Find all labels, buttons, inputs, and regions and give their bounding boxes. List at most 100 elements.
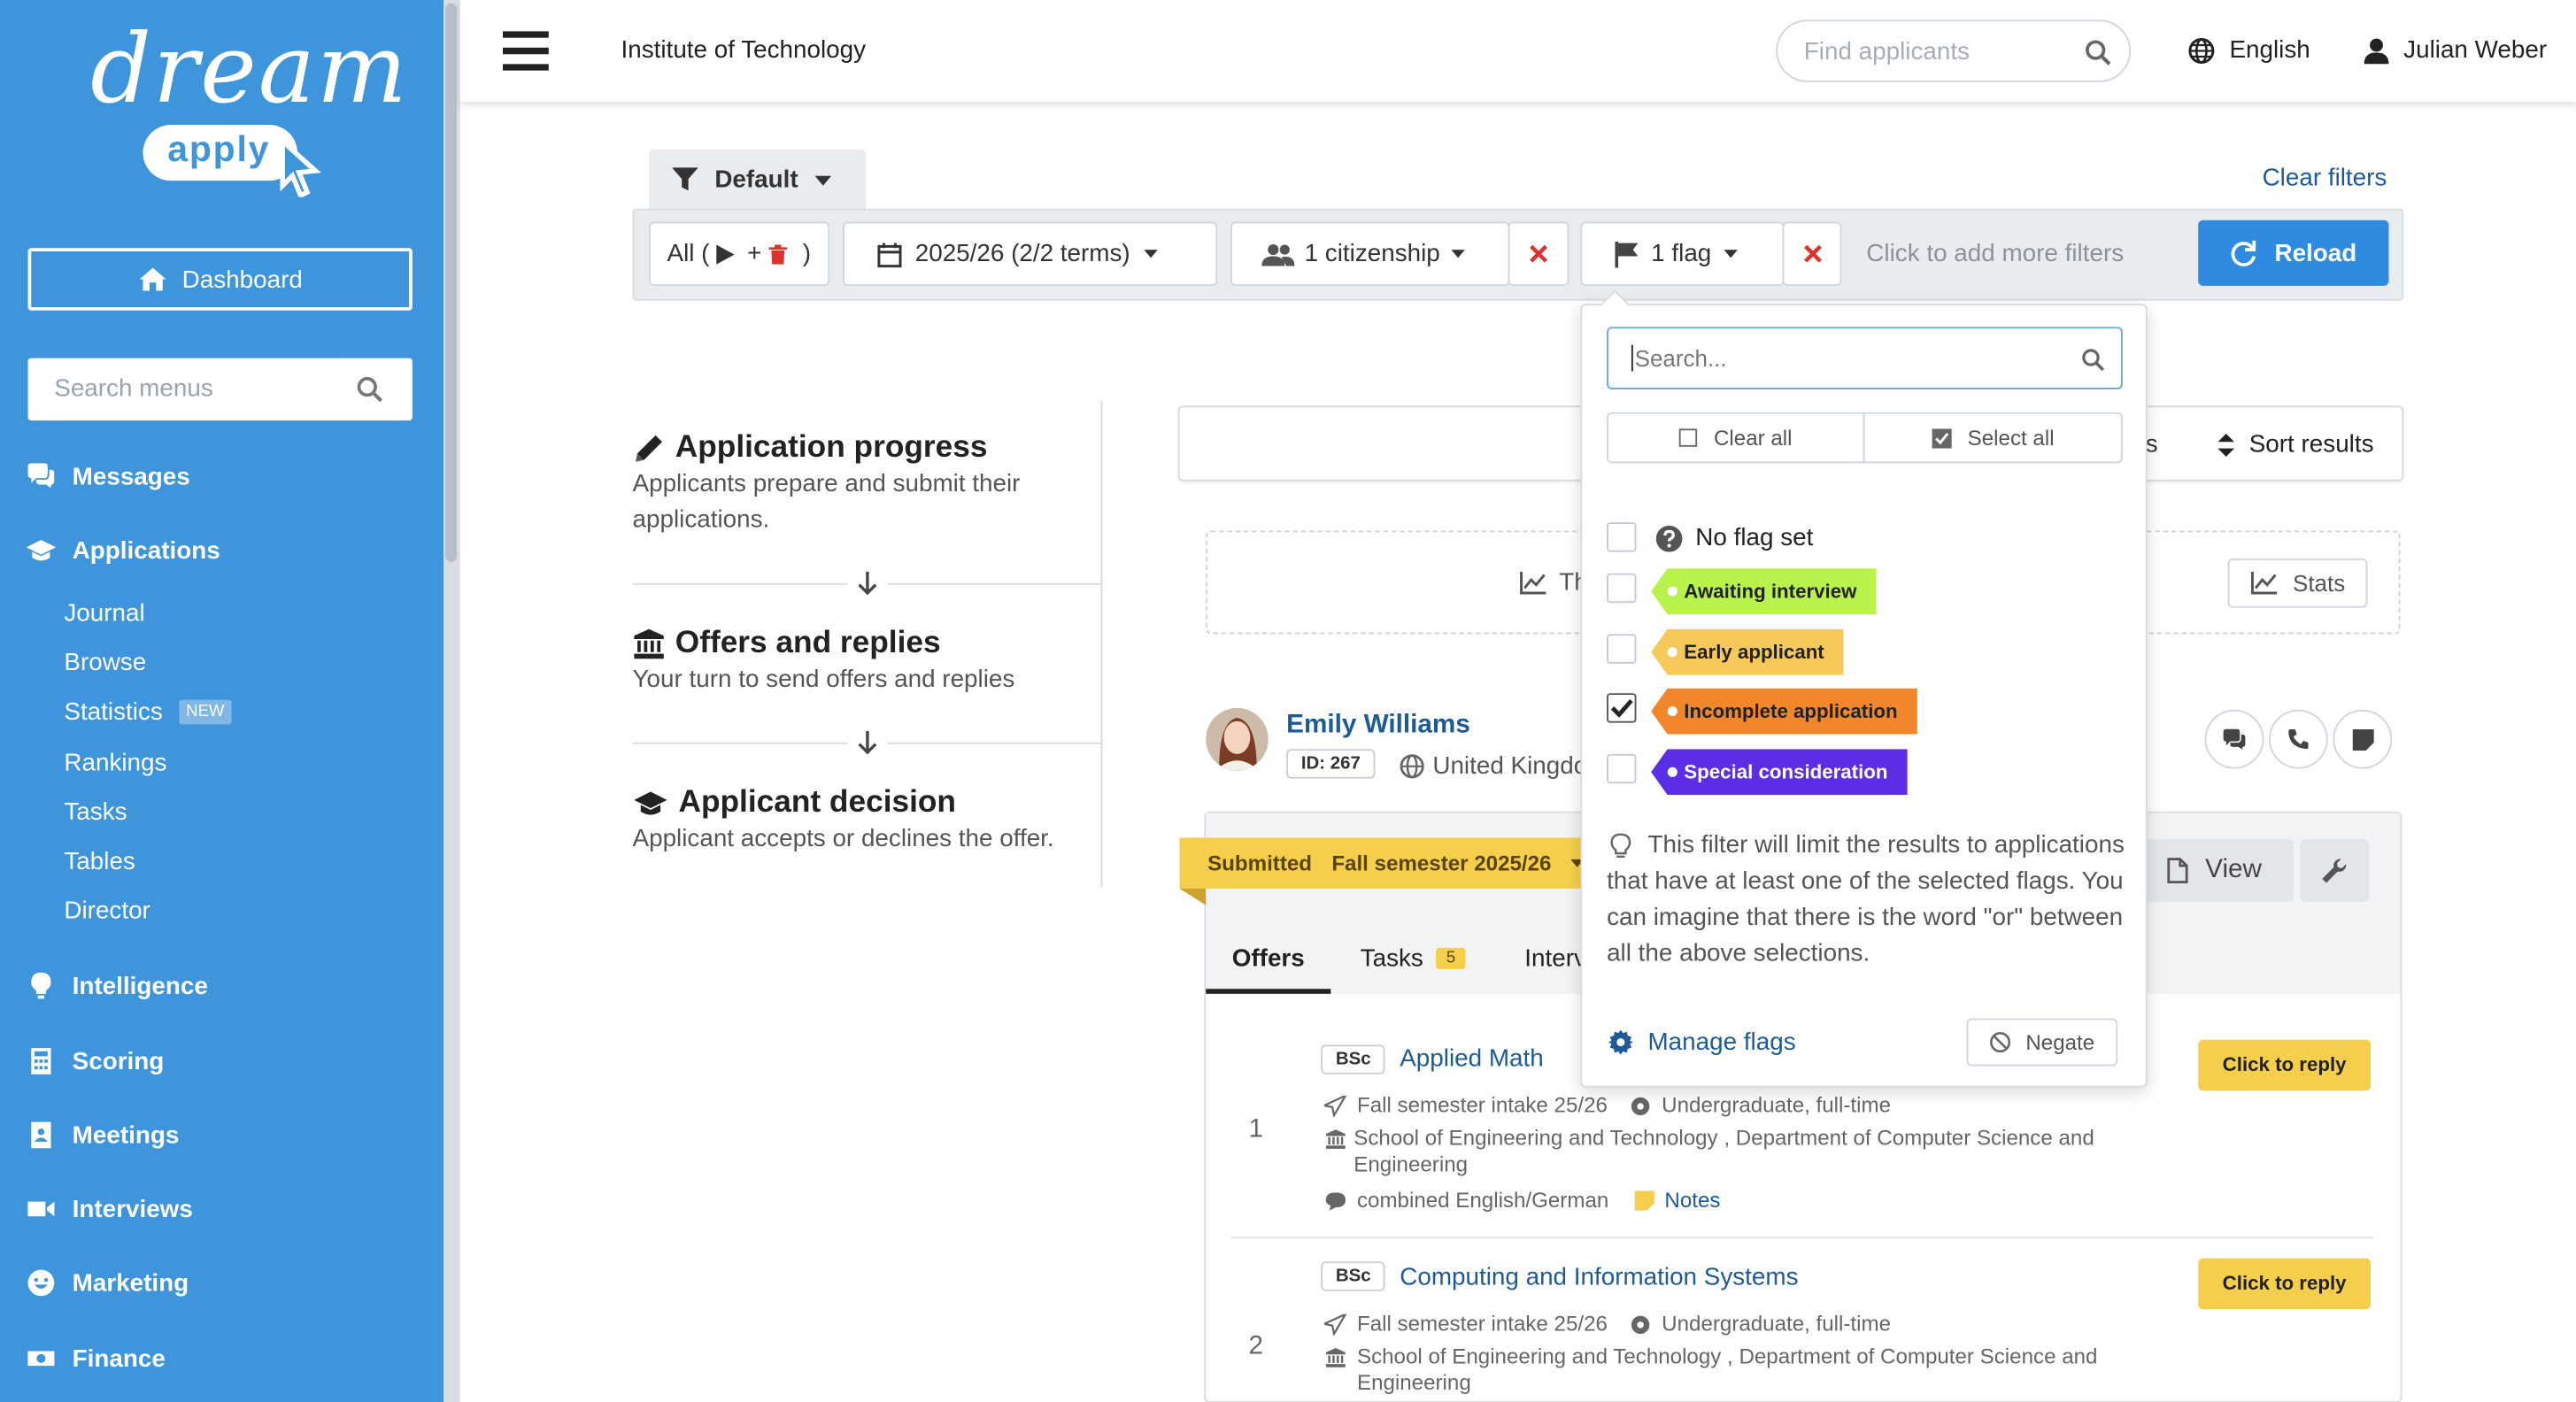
sidebar-sub-statistics-label: Statistics [64,697,163,727]
step-description: Your turn to send offers and replies [632,665,1015,694]
sidebar-sub-statistics[interactable]: Statistics NEW [64,697,231,727]
flag-chip-awaiting-interview[interactable]: Awaiting interview [1651,568,1877,615]
sidebar-item-messages[interactable]: Messages [27,462,190,491]
institution-icon [634,628,664,659]
sidebar-sub-journal[interactable]: Journal [64,599,144,628]
sidebar-sub-tables[interactable]: Tables [64,848,135,876]
sidebar-sub-browse[interactable]: Browse [64,649,146,677]
phone-icon [2288,729,2309,750]
applicant-name[interactable]: Emily Williams [1286,712,1470,741]
paper-plane-icon [1323,1094,1347,1117]
status-label: Submitted [1207,851,1313,876]
sidebar-label-finance: Finance [72,1344,166,1373]
flag-checkbox-early-applicant[interactable] [1607,634,1637,664]
flag-filter[interactable]: 1 flag [1580,221,1785,286]
filter-icon [672,167,698,191]
no-flag-checkbox[interactable] [1607,522,1637,552]
select-all-button[interactable]: Select all [1863,412,2123,464]
click-to-reply-button[interactable]: Click to reply [2198,1039,2372,1091]
clear-filters-link[interactable]: Clear filters [2263,165,2387,193]
money-icon [27,1351,55,1367]
cursor-icon [280,137,321,197]
flag-checkbox-special-consideration[interactable] [1607,753,1637,784]
step-offers-and-replies[interactable]: Offers and replies Your turn to send off… [633,626,1093,698]
sidebar-scrollbar-thumb[interactable] [444,3,457,562]
sidebar-sub-tasks[interactable]: Tasks [64,798,127,827]
file-icon [2167,858,2189,884]
all-plus: + [747,239,762,268]
search-menus-input[interactable]: Search menus [27,358,413,421]
sidebar-item-applications[interactable]: Applications [26,535,220,565]
graduation-cap-icon [26,540,57,561]
program-link[interactable]: Computing and Information Systems [1400,1263,1798,1291]
user-menu[interactable]: Julian Weber [2364,36,2547,64]
terms-filter[interactable]: 2025/26 (2/2 terms) [843,221,1218,286]
flag-checkbox-awaiting-interview[interactable] [1607,573,1637,604]
school-label: School of Engineering and Technology , D… [1354,1125,2094,1176]
notes-link[interactable]: Notes [1664,1188,1720,1214]
flag-search-input[interactable]: Search... [1607,327,2123,389]
offer-details: Fall semester intake 25/26 Undergraduate… [1323,1309,2113,1396]
add-more-filters[interactable]: Click to add more filters [1866,240,2124,268]
default-preset-tab[interactable]: Default [649,149,867,211]
program-link[interactable]: Applied Math [1400,1044,1544,1073]
sidebar-item-finance[interactable]: Finance [27,1344,166,1373]
chart-line-icon [1520,570,1546,594]
submitted-status-ribbon[interactable]: Submitted Fall semester 2025/26 [1179,837,1587,890]
call-applicant-button[interactable] [2268,709,2328,769]
clear-all-button[interactable]: Clear all [1607,412,1865,464]
step-applicant-decision[interactable]: Applicant decision Applicant accepts or … [633,785,1093,858]
step-description: Applicant accepts or declines the offer. [632,824,1054,853]
flag-chip-early-applicant[interactable]: Early applicant [1651,628,1845,675]
view-label: View [2205,855,2262,884]
click-to-reply-button[interactable]: Click to reply [2198,1258,2372,1310]
step-title: Offers and replies [675,626,941,661]
step-title: Application progress [675,430,988,466]
pencil-icon [636,435,662,462]
flag-chip-special-consideration[interactable]: Special consideration [1651,749,1908,796]
reload-button[interactable]: Reload [2198,220,2389,286]
close-icon [1803,244,1821,263]
dreamapply-logo[interactable]: dream apply [66,13,407,202]
sidebar-item-meetings[interactable]: Meetings [27,1121,180,1150]
flag-chip-incomplete-application[interactable]: Incomplete application [1651,688,1917,735]
tab-interviews[interactable]: Interv [1524,944,1586,973]
institution-icon [1325,1129,1346,1149]
tab-tasks[interactable]: Tasks 5 [1361,944,1466,973]
manage-flags-link[interactable]: Manage flags [1608,1028,1796,1056]
sidebar-sub-director[interactable]: Director [64,897,150,925]
sidebar-sub-rankings[interactable]: Rankings [64,749,166,777]
flag-checkbox-incomplete-application[interactable] [1607,693,1637,723]
note-applicant-button[interactable] [2333,709,2393,769]
level-label: Undergraduate, full-time [1662,1311,1892,1336]
offer-number: 2 [1248,1332,1264,1360]
message-applicant-button[interactable] [2204,709,2264,769]
negate-button[interactable]: Negate [1966,1018,2118,1067]
tab-offers[interactable]: Offers [1206,929,1331,994]
find-applicants-input[interactable]: Find applicants [1776,19,2132,82]
sidebar-item-scoring[interactable]: Scoring [27,1046,165,1075]
language-selector[interactable]: English [2188,36,2310,64]
play-icon [715,243,735,264]
sidebar-item-marketing[interactable]: Marketing [27,1268,189,1298]
empty-square-icon [1679,428,1698,447]
dashboard-button[interactable]: Dashboard [27,248,413,311]
sidebar-item-interviews[interactable]: Interviews [27,1194,193,1223]
graduation-cap-icon [634,791,667,815]
sidebar-item-intelligence[interactable]: Intelligence [27,971,208,1000]
avatar[interactable] [1206,707,1269,771]
no-flag-option[interactable]: No flag set [1655,524,1813,552]
arrow-down-icon [847,566,888,600]
comment-icon [1325,1191,1346,1210]
step-application-progress[interactable]: Application progress Applicants prepare … [633,430,1093,538]
remove-citizenship-filter-button[interactable] [1508,221,1570,286]
view-application-button[interactable]: View [2135,839,2294,902]
application-settings-button[interactable] [2300,839,2370,902]
citizenship-filter[interactable]: 1 citizenship [1230,221,1510,286]
hamburger-menu-icon[interactable] [502,31,549,71]
stats-button[interactable]: Stats [2227,558,2368,608]
search-icon [357,376,383,403]
all-filter[interactable]: All ( + ) [649,221,830,286]
remove-flag-filter-button[interactable] [1782,221,1842,286]
sort-results-button[interactable]: Sort results [2217,430,2374,458]
